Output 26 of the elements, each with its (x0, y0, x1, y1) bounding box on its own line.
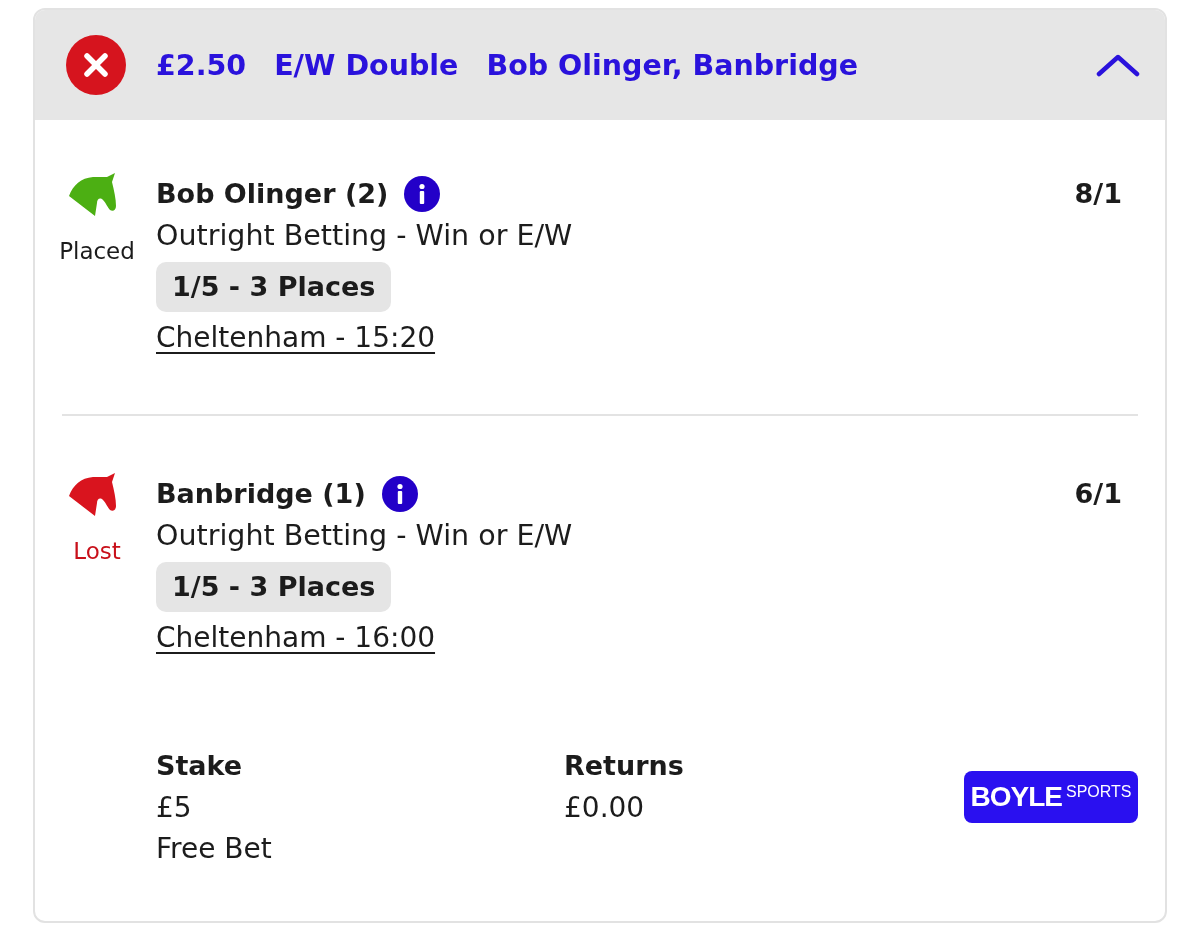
market-name: Outright Betting - Win or E/W (156, 518, 573, 554)
stake-note: Free Bet (156, 831, 272, 867)
logo-tagline: SPORTS (1066, 783, 1132, 801)
market-name: Outright Betting - Win or E/W (156, 218, 573, 254)
bet-selections: Bob Olinger, Banbridge (486, 48, 859, 82)
event-link[interactable]: Cheltenham - 16:00 (156, 619, 436, 657)
bet-stake: £2.50 (156, 48, 247, 82)
each-way-terms: 1/5 - 3 Places (156, 562, 392, 612)
event-link[interactable]: Cheltenham - 15:20 (156, 319, 436, 357)
info-icon[interactable] (381, 476, 418, 512)
info-icon[interactable] (404, 176, 441, 212)
returns-value: £0.00 (564, 790, 645, 826)
selection-status: Lost (73, 537, 121, 566)
selection-status: Placed (59, 237, 135, 266)
returns-label: Returns (564, 749, 684, 783)
selection-name: Banbridge (1) (156, 477, 366, 511)
selection-odds: 6/1 (1074, 477, 1122, 511)
stake-label: Stake (156, 749, 243, 783)
logo-wordmark: BOYLE (970, 782, 1062, 812)
collapse-button[interactable] (1096, 53, 1140, 77)
chevron-up-icon (1096, 53, 1140, 77)
bet-type: E/W Double (274, 48, 459, 82)
selection-odds: 8/1 (1074, 177, 1122, 211)
stake-value: £5 (156, 790, 192, 826)
selection-name: Bob Olinger (2) (156, 177, 389, 211)
each-way-terms: 1/5 - 3 Places (156, 262, 392, 312)
